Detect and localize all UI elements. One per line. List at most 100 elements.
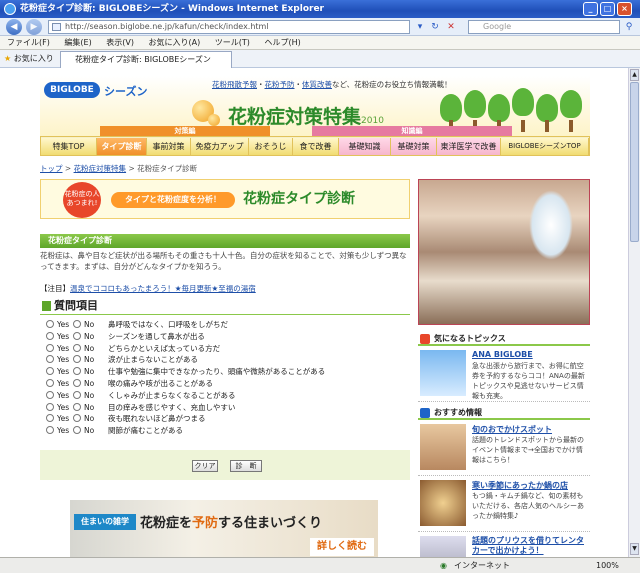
menu-favorites[interactable]: お気に入り(A) xyxy=(149,38,201,47)
recommend-item[interactable]: 寒い季節にあったか鍋の店 もつ鍋・キムチ鍋など、旬の素材もいただける、各店人気の… xyxy=(418,476,590,532)
no-radio[interactable] xyxy=(73,414,81,423)
nav-item-top[interactable]: 特集TOP xyxy=(41,138,97,155)
no-label: No xyxy=(84,426,95,436)
vertical-scrollbar[interactable]: ▲ ▼ xyxy=(628,68,640,557)
season-label[interactable]: シーズン xyxy=(104,83,147,99)
recommend-item[interactable]: 旬のおでかけスポット 話題のトレンドスポットから最新のイベント情報まで→全国おで… xyxy=(418,420,590,476)
banner-badge: 花粉症の人あつまれ! xyxy=(63,182,101,218)
menu-file[interactable]: ファイル(F) xyxy=(7,38,50,47)
favorites-button[interactable]: お気に入り xyxy=(14,54,54,63)
topics-heading: 気になるトピックス xyxy=(418,332,590,346)
no-radio[interactable] xyxy=(73,367,81,376)
browser-tab[interactable]: 花粉症タイプ診断: BIGLOBEシーズン xyxy=(60,51,232,68)
biglobe-logo[interactable]: BIGLOBE xyxy=(44,82,100,98)
nav-item-basics[interactable]: 基礎知識 xyxy=(339,138,391,155)
nav-item-cleaning[interactable]: おそうじ xyxy=(249,138,293,155)
utility-link-constitution[interactable]: 体質改善 xyxy=(302,80,332,89)
menu-help[interactable]: ヘルプ(H) xyxy=(264,38,300,47)
yes-radio[interactable] xyxy=(46,367,54,376)
minimize-icon[interactable]: _ xyxy=(583,2,598,16)
stop-icon[interactable]: ✕ xyxy=(444,20,458,34)
no-radio[interactable] xyxy=(73,331,81,340)
nav-item-type-check[interactable]: タイプ診断 xyxy=(97,138,147,155)
yes-radio[interactable] xyxy=(46,414,54,423)
scroll-up-icon[interactable]: ▲ xyxy=(630,69,639,81)
breadcrumb-home[interactable]: トップ xyxy=(40,164,63,173)
yes-radio[interactable] xyxy=(46,355,54,364)
utility-link-prevention[interactable]: 花粉予防 xyxy=(265,80,295,89)
tree-decoration xyxy=(440,94,462,122)
category-row: 対策編 知識編 xyxy=(40,124,590,136)
yes-radio[interactable] xyxy=(46,390,54,399)
housing-ad[interactable]: 住まいの雑学 花粉症を予防する住まいづくり 詳しく読む xyxy=(70,500,378,557)
clear-button[interactable]: クリア xyxy=(192,460,218,472)
menu-edit[interactable]: 編集(E) xyxy=(64,38,91,47)
yes-radio[interactable] xyxy=(46,426,54,435)
nav-item-food[interactable]: 食で改善 xyxy=(293,138,339,155)
no-radio[interactable] xyxy=(73,402,81,411)
hot-spring-photo[interactable] xyxy=(418,179,590,325)
no-label: No xyxy=(84,343,95,353)
nav-item-immunity[interactable]: 免疫力アップ xyxy=(191,138,249,155)
ad-more-button[interactable]: 詳しく読む xyxy=(310,538,374,556)
scroll-down-icon[interactable]: ▼ xyxy=(630,543,639,555)
nav-item-prevention[interactable]: 事前対策 xyxy=(147,138,191,155)
no-label: No xyxy=(84,402,95,412)
notice-link[interactable]: 温泉でココロもあったまろう！★毎月更新★至福の湯宿 xyxy=(70,284,256,293)
questions-heading-text: 質問項目 xyxy=(54,299,98,312)
dropdown-icon[interactable]: ▾ xyxy=(413,20,427,34)
topic-desc: 急な出張から旅行まで、お得に航空券を予約するならココ！ANAの最新トピックスや見… xyxy=(472,362,585,400)
no-radio[interactable] xyxy=(73,426,81,435)
yes-label: Yes xyxy=(57,402,70,412)
maximize-icon[interactable]: □ xyxy=(600,2,615,16)
question-row: Yes No 仕事や勉強に集中できなかったり、頭痛や微熱があることがある xyxy=(46,366,325,377)
recommend-title[interactable]: 旬のおでかけスポット xyxy=(472,424,552,435)
address-bar[interactable]: http://season.biglobe.ne.jp/kafun/check/… xyxy=(48,20,410,34)
back-icon[interactable]: ◀ xyxy=(6,19,22,35)
yes-label: Yes xyxy=(57,390,70,400)
yes-radio[interactable] xyxy=(46,343,54,352)
menu-view[interactable]: 表示(V) xyxy=(106,38,134,47)
nav-item-eastern-medicine[interactable]: 東洋医学で改善 xyxy=(437,138,501,155)
recommend-title[interactable]: 話題のプリウスを借りてレンタカーで出かけよう！ xyxy=(472,536,588,556)
recommend-title[interactable]: 寒い季節にあったか鍋の店 xyxy=(472,480,568,491)
no-radio[interactable] xyxy=(73,379,81,387)
close-icon[interactable]: × xyxy=(617,2,632,16)
recommend-item[interactable]: 話題のプリウスを借りてレンタカーで出かけよう！ xyxy=(418,532,590,557)
yes-label: Yes xyxy=(57,367,70,377)
yes-radio[interactable] xyxy=(46,320,54,328)
banner-pill: タイプと花粉症度を分析！ xyxy=(111,192,235,208)
notice-prefix: 【注目】 xyxy=(40,284,70,293)
topic-title[interactable]: ANA BIGLOBE xyxy=(472,350,533,359)
yes-radio[interactable] xyxy=(46,331,54,340)
window-title: 花粉症タイプ診断: BIGLOBEシーズン - Windows Internet… xyxy=(20,4,324,14)
topic-item[interactable]: ANA BIGLOBE 急な出張から旅行まで、お得に航空券を予約するならココ！A… xyxy=(418,346,590,402)
scroll-thumb[interactable] xyxy=(630,82,639,242)
ad-title-mid: を xyxy=(179,516,193,531)
forward-icon[interactable]: ▶ xyxy=(26,19,42,35)
no-radio[interactable] xyxy=(73,343,81,352)
question-text: 涙が止まらないことがある xyxy=(108,355,198,365)
zoom-level[interactable]: 100% xyxy=(596,558,619,573)
no-label: No xyxy=(84,390,95,400)
no-radio[interactable] xyxy=(73,320,81,328)
no-radio[interactable] xyxy=(73,390,81,399)
menu-tools[interactable]: ツール(T) xyxy=(215,38,250,47)
no-radio[interactable] xyxy=(73,355,81,364)
address-text: http://season.biglobe.ne.jp/kafun/check/… xyxy=(65,22,269,31)
refresh-icon[interactable]: ↻ xyxy=(428,20,442,34)
diagnose-button[interactable]: 診 断 xyxy=(230,460,262,472)
yes-radio[interactable] xyxy=(46,402,54,411)
ad-tag: 住まいの雑学 xyxy=(74,514,136,530)
utility-link-forecast[interactable]: 花粉飛散予報 xyxy=(212,80,257,89)
favorites-star-icon[interactable]: ★ xyxy=(4,54,11,63)
nav-item-basic-measures[interactable]: 基礎対策 xyxy=(391,138,437,155)
yes-radio[interactable] xyxy=(46,379,54,387)
breadcrumb-feature[interactable]: 花粉症対策特集 xyxy=(74,164,127,173)
button-area: クリア 診 断 xyxy=(40,450,410,480)
search-icon[interactable]: ⚲ xyxy=(622,20,636,34)
search-input[interactable]: Google xyxy=(468,20,620,34)
category-knowledge: 知識編 xyxy=(312,126,512,136)
nav-item-season-top[interactable]: BIGLOBEシーズンTOP xyxy=(501,138,589,155)
question-text: 仕事や勉強に集中できなかったり、頭痛や微熱があることがある xyxy=(108,367,326,377)
